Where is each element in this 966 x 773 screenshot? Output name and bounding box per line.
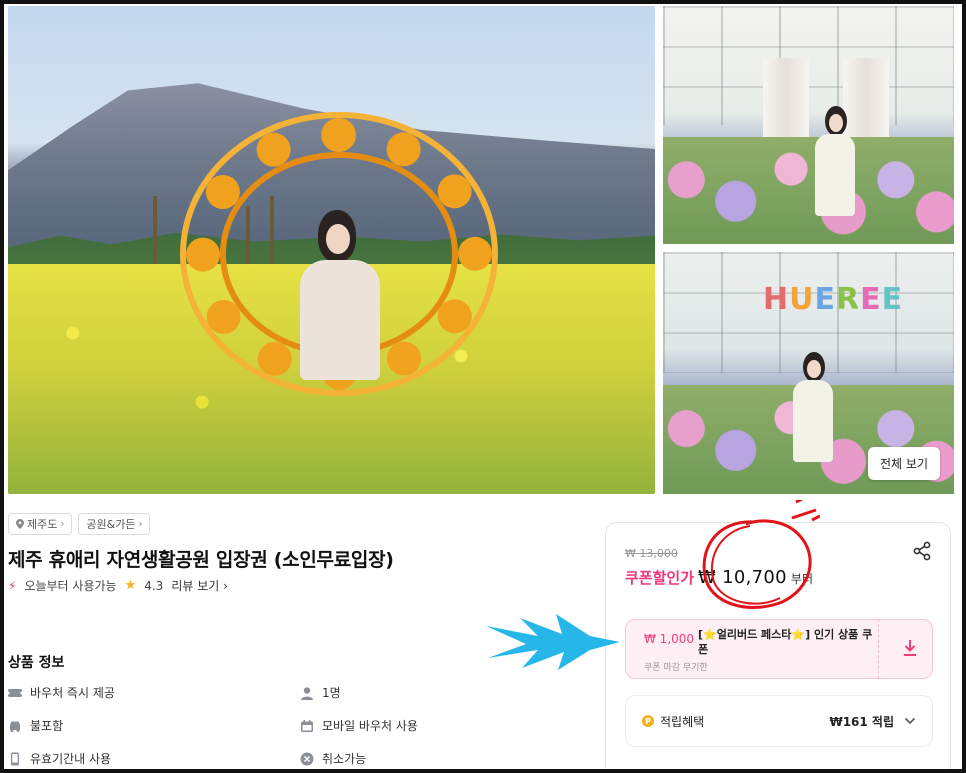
- person-icon: [301, 686, 313, 700]
- product-info-heading: 상품 정보: [8, 655, 65, 671]
- calendar-icon: [301, 719, 313, 732]
- info-transport: 불포함: [8, 717, 63, 734]
- chevron-right-icon: ›: [60, 518, 65, 530]
- product-meta: ⚡ 오늘부터 사용가능 ★ 4.3 리뷰 보기 ›: [8, 577, 228, 594]
- star-icon: ★: [124, 578, 137, 593]
- rating-value: 4.3: [144, 578, 164, 593]
- woman-figure: [294, 210, 386, 380]
- points-benefit-row[interactable]: P 적립혜택 ₩161 적립: [625, 695, 933, 747]
- cancel-icon: [300, 752, 314, 765]
- main-photo[interactable]: [8, 6, 655, 494]
- breadcrumb-region[interactable]: 제주도 ›: [8, 513, 73, 535]
- breadcrumb-label: 제주도: [27, 518, 58, 531]
- phone-icon: [11, 752, 19, 765]
- huerea-sign: HUEREE: [763, 282, 904, 317]
- breadcrumb-label: 공원&가든: [86, 518, 136, 531]
- coupon-card[interactable]: ₩ 1,000 [⭐얼리버드 페스타⭐] 인기 상품 쿠폰 쿠폰 마감 무기한: [625, 619, 933, 679]
- availability-text: 오늘부터 사용가능: [24, 579, 117, 593]
- chevron-down-icon[interactable]: [904, 715, 916, 727]
- original-price: ₩ 13,000: [625, 547, 678, 560]
- point-coin-icon: P: [642, 715, 654, 727]
- side-photo-top[interactable]: [663, 6, 954, 244]
- info-people: 1명: [300, 684, 341, 701]
- view-all-button[interactable]: 전체 보기: [868, 447, 940, 480]
- woman-figure: [813, 106, 857, 216]
- breadcrumb-category[interactable]: 공원&가든 ›: [78, 513, 151, 535]
- coupon-price-label: 쿠폰할인가: [625, 569, 695, 587]
- product-title: 제주 휴애리 자연생활공원 입장권 (소인무료입장): [8, 549, 394, 571]
- location-pin-icon: [16, 519, 24, 529]
- side-photo-bottom[interactable]: HUEREE 전체 보기: [663, 252, 954, 494]
- hydrangea-bed: [663, 136, 954, 244]
- photo-gallery: HUEREE 전체 보기: [8, 6, 954, 494]
- woman-figure: [791, 352, 835, 462]
- coupon-amount: ₩ 1,000: [644, 632, 695, 646]
- coupon-deadline: 쿠폰 마감 무기한: [644, 663, 708, 673]
- share-icon[interactable]: [912, 541, 932, 561]
- review-link[interactable]: 리뷰 보기 ›: [171, 577, 228, 594]
- breadcrumb: 제주도 › 공원&가든 ›: [8, 513, 151, 535]
- blue-arrow-annotation: [486, 614, 620, 670]
- points-label: 적립혜택: [660, 714, 705, 729]
- ticket-icon: [8, 688, 22, 697]
- download-icon[interactable]: [902, 638, 918, 658]
- coupon-name: [⭐얼리버드 페스타⭐] 인기 상품 쿠폰: [698, 628, 873, 656]
- info-voucher: 바우처 즉시 제공: [8, 684, 115, 701]
- points-amount: ₩161 적립: [829, 714, 894, 729]
- info-mobile-voucher: 모바일 바우처 사용: [300, 717, 418, 734]
- chevron-right-icon: ›: [138, 518, 143, 530]
- red-circle-annotation: [702, 500, 820, 609]
- info-cancel: 취소가능: [300, 750, 366, 767]
- lightning-icon: ⚡: [8, 578, 17, 593]
- coupon-divider: [878, 619, 888, 679]
- car-icon: [10, 721, 20, 732]
- info-validity: 유효기간내 사용: [8, 750, 111, 767]
